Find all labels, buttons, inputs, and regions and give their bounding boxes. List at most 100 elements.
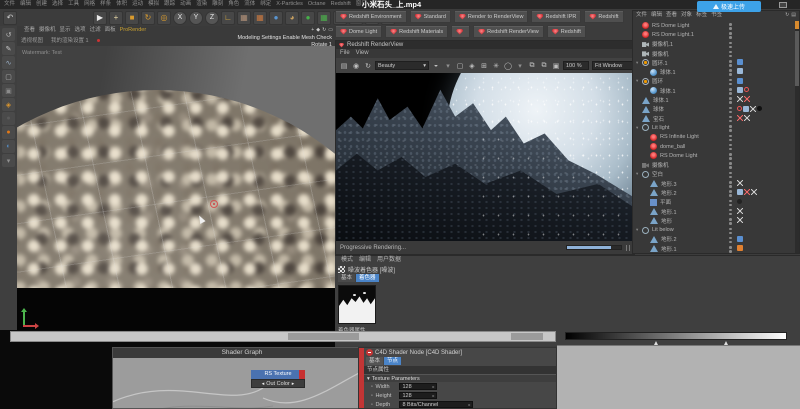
material-ball-icon[interactable]: ●: [2, 126, 15, 139]
expand-arrow-icon[interactable]: ▾: [636, 60, 640, 66]
lock-tool-icon[interactable]: ◈: [2, 98, 15, 111]
filter-icon[interactable]: ▤: [791, 11, 796, 20]
viewport-menu-item[interactable]: 查看: [24, 26, 35, 34]
object-label[interactable]: RS Dome Light: [660, 153, 697, 159]
object-label[interactable]: 摄像机: [652, 50, 669, 58]
visibility-dots[interactable]: [729, 88, 732, 91]
object-label[interactable]: 地形.2: [661, 189, 677, 197]
menu-item[interactable]: 文件: [4, 0, 15, 9]
tag-x-icon[interactable]: [737, 217, 743, 223]
object-row[interactable]: ▾ 圆环.1: [633, 58, 794, 67]
object-row[interactable]: 平面: [633, 198, 794, 207]
tag-x-icon[interactable]: [750, 106, 756, 112]
visibility-dots[interactable]: [729, 79, 732, 82]
select-tool-icon[interactable]: ▶: [93, 11, 107, 25]
object-label[interactable]: 球体.1: [653, 96, 669, 104]
visibility-dots[interactable]: [729, 237, 732, 240]
object-label[interactable]: Lit below: [652, 227, 674, 233]
renderview-menu-item[interactable]: View: [356, 49, 369, 58]
caret2-icon[interactable]: ▾: [515, 62, 525, 70]
visibility-dots[interactable]: [729, 162, 732, 165]
visibility-dots[interactable]: [729, 116, 732, 119]
tag-x-icon[interactable]: [737, 96, 743, 102]
cube-tool-icon[interactable]: ▢: [2, 70, 15, 83]
attribute-tab[interactable]: 着色器: [356, 274, 379, 282]
menu-item[interactable]: 运动: [132, 0, 143, 9]
noise-preview-thumbnail[interactable]: [338, 285, 376, 324]
ipr-render-icon[interactable]: ●: [301, 11, 315, 25]
tag-redx-icon[interactable]: [737, 115, 743, 121]
pan-view-icon[interactable]: +: [311, 26, 314, 34]
redshift-button[interactable]: Redshift: [584, 10, 623, 23]
visibility-dots[interactable]: [729, 32, 732, 35]
tag-pen-icon[interactable]: [737, 236, 743, 242]
texture-parameters-group[interactable]: ▾ Texture Parameters: [364, 374, 556, 382]
last-tool-icon[interactable]: ◎: [157, 11, 171, 25]
object-manager-scrollbar[interactable]: [795, 21, 799, 253]
menu-item[interactable]: X-Particles: [276, 0, 303, 9]
expand-arrow-icon[interactable]: ▾: [636, 171, 640, 177]
object-manager-menu-item[interactable]: 书签: [711, 11, 722, 20]
object-label[interactable]: 空白: [652, 170, 663, 178]
object-row[interactable]: ▾ 圆环: [633, 77, 794, 86]
object-row[interactable]: 地形.1: [633, 244, 794, 253]
dark-sphere-icon[interactable]: ●: [2, 112, 15, 125]
scrollbar-hot-corner[interactable]: [795, 21, 799, 29]
menu-item[interactable]: 编辑: [20, 0, 31, 9]
object-row[interactable]: ▾ Lit below: [633, 226, 794, 235]
mesh-tool-icon[interactable]: ▣: [2, 84, 15, 97]
visibility-dots[interactable]: [729, 69, 732, 72]
param-dot-icon[interactable]: ∘: [370, 402, 373, 408]
toggle-view-icon[interactable]: ▭: [328, 26, 333, 34]
object-row[interactable]: dome_ball: [633, 142, 794, 151]
expand-arrow-icon[interactable]: ▾: [636, 227, 640, 233]
render-view-icon[interactable]: ●: [269, 11, 283, 25]
menu-item[interactable]: 雕刻: [212, 0, 223, 9]
visibility-dots[interactable]: [729, 97, 732, 100]
menu-item[interactable]: 创建: [36, 0, 47, 9]
tag-x-icon[interactable]: [751, 189, 757, 195]
object-label[interactable]: 摄像机.1: [652, 40, 673, 48]
object-row[interactable]: 宝石: [633, 114, 794, 123]
object-manager-menu-item[interactable]: 对象: [681, 11, 692, 20]
expand-arrow-icon[interactable]: ▾: [636, 125, 640, 131]
redshift-button[interactable]: Dome Light: [335, 25, 382, 38]
menu-item[interactable]: 样条: [100, 0, 111, 9]
tag-pen-icon[interactable]: [737, 59, 743, 65]
object-label[interactable]: 圆环: [652, 77, 663, 85]
world-icon[interactable]: ◐: [2, 140, 15, 153]
visibility-dots[interactable]: [729, 135, 732, 138]
redshift-button[interactable]: Standard: [410, 10, 451, 23]
param-input[interactable]: 8 Bits/Channel ▸: [399, 401, 473, 408]
object-row[interactable]: 地形.2: [633, 235, 794, 244]
object-label[interactable]: 地形.3: [661, 180, 677, 188]
render-camera-icon[interactable]: ▦: [237, 11, 251, 25]
tag-dot2-icon[interactable]: [737, 199, 742, 204]
shader-graph-canvas[interactable]: RS Texture ◂ Out Color ▸: [113, 358, 371, 408]
tag-pen-icon[interactable]: [737, 78, 743, 84]
attribute-tab[interactable]: 基本: [338, 274, 355, 282]
visibility-dots[interactable]: [729, 60, 732, 63]
object-manager-menu-item[interactable]: 查看: [666, 11, 677, 20]
attribute-menu-item[interactable]: 编辑: [359, 256, 371, 265]
menu-item[interactable]: 流体: [244, 0, 255, 9]
object-row[interactable]: ▾ 空白: [633, 170, 794, 179]
tag-pen2-icon[interactable]: [737, 87, 743, 93]
monitor-icon[interactable]: ▣: [551, 62, 561, 70]
pen-tool-icon[interactable]: ✎: [2, 42, 15, 55]
stepper-icon[interactable]: ▸: [468, 402, 470, 407]
tag-redtarget-icon[interactable]: [737, 106, 742, 111]
stepper-icon[interactable]: ▸: [432, 393, 434, 398]
object-label[interactable]: RS Dome Light.1: [652, 32, 694, 38]
renderview-titlebar[interactable]: Redshift RenderView: [336, 41, 634, 49]
object-row[interactable]: 摄像机.1: [633, 40, 794, 49]
scrollbar-thumb[interactable]: [795, 31, 799, 86]
menu-item[interactable]: 体积: [116, 0, 127, 9]
menu-item[interactable]: 网格: [84, 0, 95, 9]
layers-icon[interactable]: ⧉: [527, 62, 537, 70]
object-row[interactable]: 摄像机: [633, 160, 794, 169]
refresh-icon[interactable]: ↻: [363, 62, 373, 70]
object-row[interactable]: 球体.1: [633, 67, 794, 76]
view-label[interactable]: 透视视图: [21, 36, 43, 44]
object-label[interactable]: 球体.1: [660, 87, 676, 95]
